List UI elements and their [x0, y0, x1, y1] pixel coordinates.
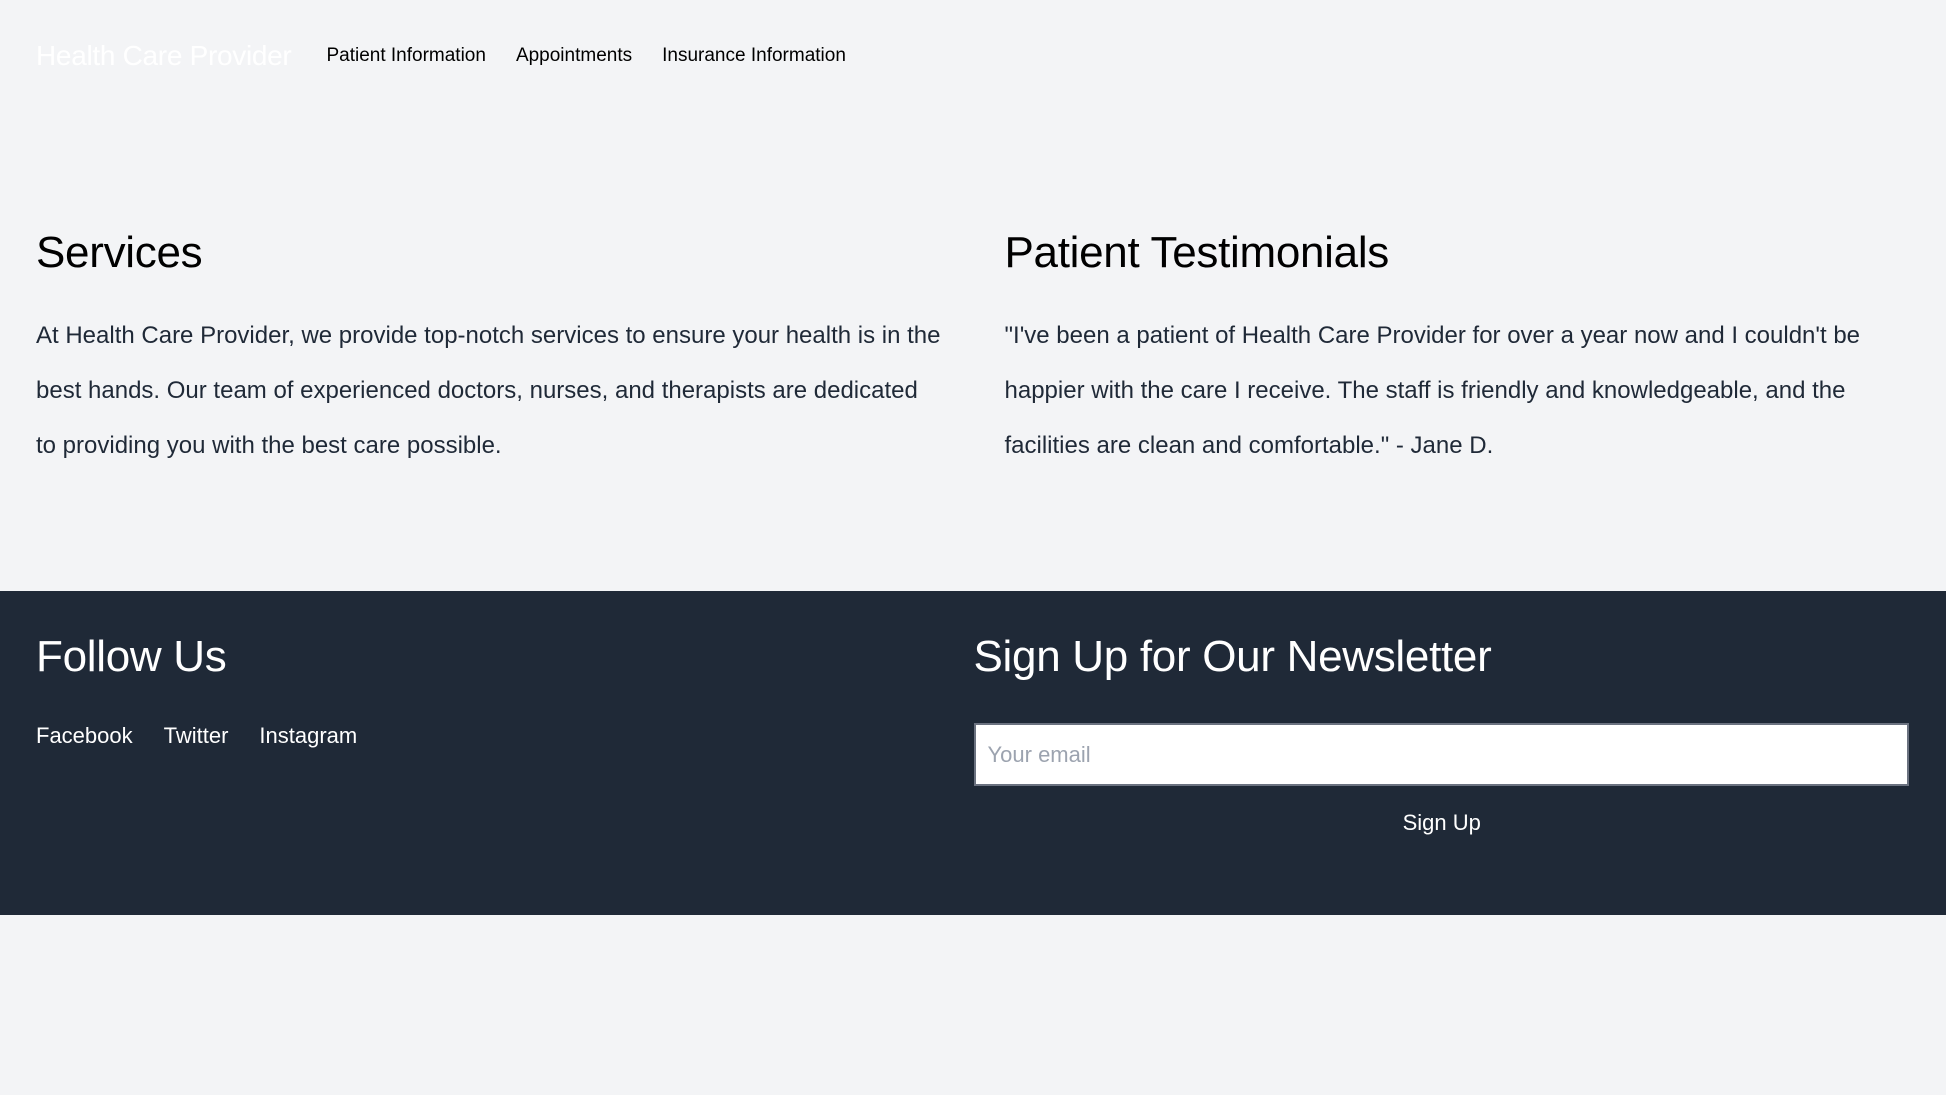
- sign-up-button[interactable]: Sign Up: [1387, 804, 1497, 842]
- social-link-instagram[interactable]: Instagram: [259, 723, 357, 749]
- social-link-facebook[interactable]: Facebook: [36, 723, 133, 749]
- site-logo[interactable]: Health Care Provider: [36, 40, 292, 72]
- site-header: Health Care Provider Patient Information…: [0, 0, 1946, 112]
- follow-us-heading: Follow Us: [36, 632, 227, 681]
- main-content: Services At Health Care Provider, we pro…: [36, 222, 1910, 473]
- testimonials-heading: Patient Testimonials: [1004, 228, 1390, 277]
- testimonials-section: Patient Testimonials "I've been a patien…: [1005, 222, 1911, 473]
- services-heading: Services: [36, 228, 203, 277]
- nav-link-appointments[interactable]: Appointments: [516, 45, 632, 67]
- newsletter-section: Sign Up for Our Newsletter Sign Up: [973, 627, 1911, 842]
- site-footer: Follow Us Facebook Twitter Instagram Sig…: [0, 591, 1946, 915]
- page: Health Care Provider Patient Information…: [0, 0, 1946, 1095]
- services-description: At Health Care Provider, we provide top-…: [36, 322, 941, 459]
- services-section: Services At Health Care Provider, we pro…: [36, 222, 942, 473]
- nav-link-insurance-information[interactable]: Insurance Information: [662, 45, 846, 67]
- social-link-twitter[interactable]: Twitter: [164, 723, 229, 749]
- testimonial-quote: "I've been a patient of Health Care Prov…: [1004, 322, 1861, 459]
- follow-us-section: Follow Us Facebook Twitter Instagram: [36, 627, 974, 842]
- footer-inner: Follow Us Facebook Twitter Instagram Sig…: [36, 627, 1910, 842]
- social-links: Facebook Twitter Instagram: [36, 723, 974, 749]
- newsletter-heading: Sign Up for Our Newsletter: [973, 632, 1492, 681]
- email-input[interactable]: [973, 723, 1909, 786]
- nav-link-patient-information[interactable]: Patient Information: [326, 45, 485, 67]
- newsletter-form: Sign Up: [973, 723, 1911, 842]
- main-nav: Patient Information Appointments Insuran…: [326, 45, 875, 67]
